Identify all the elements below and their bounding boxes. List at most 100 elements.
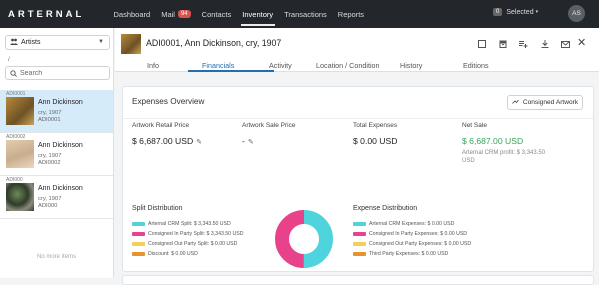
legend-label: Discount: $ 0.00 USD <box>148 250 198 257</box>
add-to-list-icon[interactable] <box>513 38 534 50</box>
folder-path[interactable]: / <box>8 56 10 63</box>
tab-editions[interactable]: Editions <box>463 61 489 74</box>
net-sale-label: Net Sale <box>462 122 487 129</box>
item-ref: ADI0002 <box>38 160 61 166</box>
crm-profit-line1: Arternal CRM profit: $ 3,343.50 <box>462 150 546 156</box>
selected-label: Selected <box>506 8 534 16</box>
no-more-items-text: No more items <box>36 254 76 260</box>
crm-profit-line2: USD <box>462 158 475 164</box>
legend-swatch <box>353 231 366 236</box>
artwork-title: ADI0001, Ann Dickinson, cry, 1907 <box>146 38 282 48</box>
total-expenses-value: $ 0.00 USD <box>353 136 398 146</box>
nav-mail[interactable]: Mail 94 <box>156 0 196 28</box>
legend-swatch <box>353 241 366 246</box>
people-icon <box>10 38 18 47</box>
nav-mail-label: Mail <box>161 9 175 19</box>
legend-swatch <box>132 241 145 246</box>
nav-dashboard[interactable]: Dashboard <box>108 0 156 28</box>
swap-icon <box>512 99 519 107</box>
artwork-thumbnail <box>121 34 141 54</box>
edit-pencil-icon[interactable]: ✎ <box>196 139 202 146</box>
tab-location-condition[interactable]: Location / Condition <box>316 61 380 74</box>
nav-reports[interactable]: Reports <box>332 0 369 28</box>
legend-label: Consigned In Party Expenses: $ 0.00 USD <box>369 230 468 237</box>
split-legend-item: Arternal CRM Split: $ 3,343.50 USD <box>132 220 231 227</box>
divider <box>0 218 113 219</box>
artwork-thumbnail <box>6 140 34 168</box>
inventory-list-panel: Artists ▼ / ADI0001 Ann Dickinson cry, 1… <box>0 28 114 278</box>
legend-swatch <box>353 221 366 226</box>
expense-legend-item: Arternal CRM Expenses: $ 0.00 USD <box>353 220 454 227</box>
active-tab-indicator <box>188 70 274 72</box>
split-legend-item: Discount: $ 0.00 USD <box>132 250 198 257</box>
split-distribution-heading: Split Distribution <box>132 205 183 212</box>
expense-legend-item: Consigned Out Party Expenses: $ 0.00 USD <box>353 240 471 247</box>
artwork-detail-panel: ADI0001, Ann Dickinson, cry, 1907 ✕ Info… <box>115 28 599 285</box>
sale-price-label: Artwork Sale Price <box>242 122 296 129</box>
consigned-artwork-button[interactable]: Consigned Artwork <box>507 95 583 110</box>
nav-transactions[interactable]: Transactions <box>279 0 333 28</box>
artwork-thumbnail <box>6 97 34 125</box>
retail-price-value: $ 6,687.00 USD ✎ <box>132 136 202 146</box>
legend-label: Arternal CRM Expenses: $ 0.00 USD <box>369 220 455 227</box>
nav-contacts[interactable]: Contacts <box>196 0 237 28</box>
select-checkbox-icon[interactable] <box>471 38 492 50</box>
search-icon <box>10 64 17 82</box>
legend-swatch <box>353 251 366 256</box>
item-ref: ADI000 <box>38 203 58 209</box>
legend-label: Consigned In Party Split: $ 3,343.50 USD <box>148 230 244 237</box>
legend-label: Third Party Expenses: $ 0.00 USD <box>369 250 449 257</box>
main-nav: Dashboard Mail 94 Contacts Inventory Tran… <box>108 0 370 28</box>
mail-count-badge: 94 <box>177 10 191 18</box>
next-section-card <box>122 275 594 285</box>
legend-label: Consigned Out Party Expenses: $ 0.00 USD <box>369 240 472 247</box>
tab-activity[interactable]: Activity <box>269 61 292 74</box>
retail-price-label: Artwork Retail Price <box>132 122 190 129</box>
item-artist-name: Ann Dickinson <box>38 185 83 192</box>
legend-label: Arternal CRM Split: $ 3,343.50 USD <box>148 220 231 227</box>
list-item[interactable]: ADI0001 Ann Dickinson cry, 1907 ADI0001 <box>0 90 113 132</box>
search-box <box>5 66 110 80</box>
item-ref: ADI0001 <box>38 117 61 123</box>
net-sale-value: $ 6,687.00 USD <box>462 136 524 146</box>
email-icon[interactable] <box>555 38 576 50</box>
artist-filter-select[interactable]: Artists ▼ <box>5 35 110 50</box>
sale-price-amount: - <box>242 136 245 146</box>
expenses-overview-heading: Expenses Overview <box>132 97 205 106</box>
item-title: cry, 1907 <box>38 110 62 116</box>
split-legend-item: Consigned In Party Split: $ 3,343.50 USD <box>132 230 243 237</box>
header-toolbar <box>471 38 576 50</box>
legend-label: Consigned Out Party Split: $ 0.00 USD <box>148 240 238 247</box>
user-avatar[interactable]: AS <box>568 5 585 22</box>
brand-logo[interactable]: ARTERNAL <box>8 9 108 20</box>
selected-dropdown[interactable]: 0 Selected ▾ <box>493 8 538 16</box>
consigned-artwork-label: Consigned Artwork <box>522 99 579 106</box>
item-title: cry, 1907 <box>38 153 62 159</box>
legend-swatch <box>132 231 145 236</box>
edit-pencil-icon[interactable]: ✎ <box>248 139 254 146</box>
search-input[interactable] <box>20 69 100 77</box>
list-item[interactable]: ADI0002 Ann Dickinson cry, 1907 ADI0002 <box>0 133 113 175</box>
split-legend-item: Consigned Out Party Split: $ 0.00 USD <box>132 240 237 247</box>
expense-legend-item: Consigned In Party Expenses: $ 0.00 USD <box>353 230 467 237</box>
expense-distribution-heading: Expense Distribution <box>353 205 418 212</box>
download-icon[interactable] <box>534 38 555 50</box>
chevron-down-icon: ▾ <box>535 9 539 15</box>
list-item[interactable]: ADI000 Ann Dickinson cry, 1907 ADI000 <box>0 176 113 218</box>
top-navbar: ARTERNAL Dashboard Mail 94 Contacts Inven… <box>0 0 599 28</box>
tab-info[interactable]: Info <box>147 61 159 74</box>
item-artist-name: Ann Dickinson <box>38 99 83 106</box>
tab-financials[interactable]: Financials <box>202 61 234 74</box>
close-icon[interactable]: ✕ <box>577 36 586 49</box>
crm-profit-text: Arternal CRM profit: $ 3,343.50 USD <box>462 149 545 165</box>
archive-icon[interactable] <box>492 38 513 50</box>
chevron-down-icon: ▼ <box>98 39 104 45</box>
nav-inventory[interactable]: Inventory <box>237 0 279 28</box>
divider <box>123 118 593 119</box>
tab-history[interactable]: History <box>400 61 422 74</box>
artist-filter-label: Artists <box>21 39 41 46</box>
selected-count-badge: 0 <box>493 8 503 16</box>
retail-price-amount: $ 6,687.00 USD <box>132 136 194 146</box>
expense-legend-item: Third Party Expenses: $ 0.00 USD <box>353 250 448 257</box>
item-title: cry, 1907 <box>38 196 62 202</box>
